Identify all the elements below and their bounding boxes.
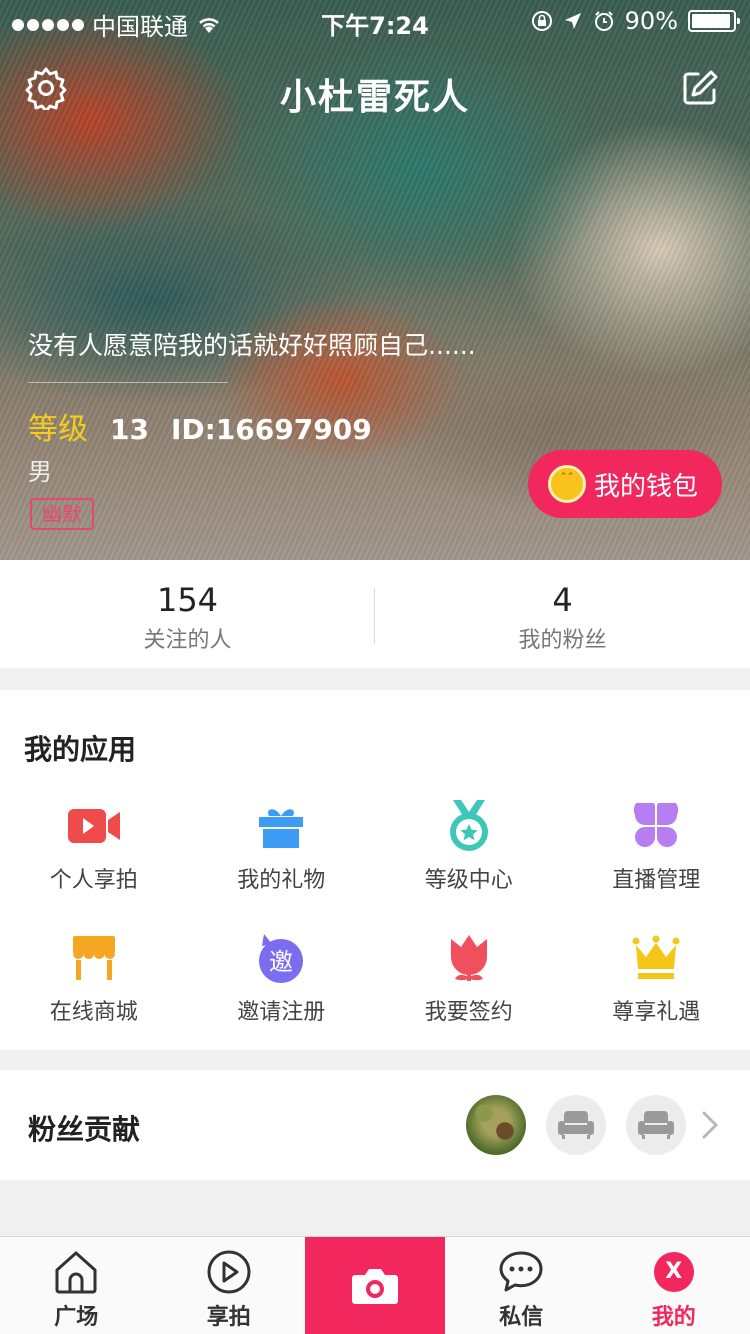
app-sign-contract[interactable]: 我要签约 <box>375 932 563 1026</box>
rotation-lock-icon <box>531 11 552 31</box>
app-vip-privileges[interactable]: 尊享礼遇 <box>563 932 750 1026</box>
tab-label: 私信 <box>499 1305 544 1330</box>
tab-messages[interactable]: 私信 <box>445 1237 598 1334</box>
chat-bubble-icon <box>499 1251 543 1292</box>
camera-icon <box>352 1268 398 1304</box>
tab-shoot[interactable]: 享拍 <box>153 1237 306 1334</box>
bottom-tab-bar: 广场 享拍 私信 X 我的 <box>0 1236 750 1334</box>
battery-percent: 90% <box>624 7 678 35</box>
app-label: 我的礼物 <box>237 868 326 893</box>
status-right: 90% <box>531 7 740 35</box>
shop-icon <box>72 936 115 980</box>
stats-divider <box>374 588 375 644</box>
page-title: 小杜雷死人 <box>279 77 470 118</box>
wallet-label: 我的钱包 <box>594 471 699 502</box>
empty-seat-avatar <box>546 1095 606 1155</box>
fans-title: 粉丝贡献 <box>28 1113 141 1146</box>
empty-seat-avatar <box>626 1095 686 1155</box>
app-label: 直播管理 <box>612 868 701 893</box>
alarm-icon <box>594 11 613 31</box>
battery-icon <box>688 10 740 32</box>
chevron-right-icon[interactable] <box>698 1110 722 1140</box>
gift-icon <box>259 809 304 848</box>
user-id: ID:16697909 <box>170 413 372 446</box>
tab-square[interactable]: 广场 <box>0 1237 153 1334</box>
followers-label: 我的粉丝 <box>518 628 607 653</box>
play-circle-icon <box>207 1250 251 1294</box>
level-row: 等级 13 ID:16697909 <box>28 404 372 448</box>
app-label: 我要签约 <box>424 1000 513 1025</box>
followers-count: 4 <box>552 581 573 619</box>
app-label: 邀请注册 <box>237 1000 326 1025</box>
app-my-gifts[interactable]: 我的礼物 <box>188 800 376 894</box>
tab-label: 广场 <box>54 1305 99 1330</box>
following-stat[interactable]: 154 关注的人 <box>0 560 375 668</box>
following-count: 154 <box>156 581 219 619</box>
edit-icon <box>683 70 718 105</box>
app-personal-shoot[interactable]: 个人享拍 <box>0 800 188 894</box>
personality-tag[interactable]: 幽默 <box>30 498 94 530</box>
stats-bar: 154 关注的人 4 我的粉丝 <box>0 560 750 668</box>
app-label: 尊享礼遇 <box>612 1000 701 1025</box>
sofa-icon <box>638 1111 674 1139</box>
invite-glyph: 邀 <box>269 948 293 976</box>
gender-text: 男 <box>28 458 52 486</box>
clover-grid-icon <box>634 803 679 847</box>
followers-stat[interactable]: 4 我的粉丝 <box>375 560 750 668</box>
apps-grid: 个人享拍 我的礼物 等级中心 直播管理 在线商城 邀 邀请注册 我要签约 尊享礼… <box>0 800 750 1026</box>
tab-label: 享拍 <box>206 1305 251 1330</box>
signature-divider <box>28 382 228 383</box>
following-label: 关注的人 <box>143 628 232 653</box>
video-camera-icon <box>67 809 120 843</box>
crown-icon <box>632 935 680 979</box>
my-apps-section: 我的应用 个人享拍 我的礼物 等级中心 直播管理 在线商城 邀 邀请注册 我要签… <box>0 690 750 1050</box>
level-label: 等级 <box>28 412 88 447</box>
app-invite-register[interactable]: 邀 邀请注册 <box>188 932 376 1026</box>
title-bar: 小杜雷死人 <box>0 64 750 120</box>
medal-icon <box>449 800 488 851</box>
app-level-center[interactable]: 等级中心 <box>375 800 563 894</box>
apps-title: 我的应用 <box>24 733 137 766</box>
tab-label: 我的 <box>651 1305 696 1330</box>
sofa-icon <box>558 1111 594 1139</box>
app-online-mall[interactable]: 在线商城 <box>0 932 188 1026</box>
fan-contribution-row[interactable]: 粉丝贡献 <box>0 1070 750 1180</box>
tab-camera[interactable] <box>305 1237 445 1334</box>
app-label: 个人享拍 <box>49 868 138 893</box>
home-icon <box>55 1251 97 1294</box>
wallet-button[interactable]: 我的钱包 <box>528 450 722 518</box>
status-bar: 中国联通 下午7:24 90% <box>0 0 750 41</box>
edit-profile-button[interactable] <box>678 66 726 114</box>
level-value: 13 <box>110 413 149 446</box>
tulip-icon <box>450 935 487 981</box>
fan-avatar[interactable] <box>466 1095 526 1155</box>
app-label: 等级中心 <box>424 868 513 893</box>
app-label: 在线商城 <box>49 1000 138 1025</box>
profile-signature: 没有人愿意陪我的话就好好照顾自己...... <box>28 331 476 360</box>
app-live-management[interactable]: 直播管理 <box>563 800 750 894</box>
location-arrow-icon <box>564 13 581 29</box>
coin-icon <box>548 465 586 503</box>
tab-mine[interactable]: X 我的 <box>598 1237 750 1334</box>
profile-badge-icon: X <box>653 1252 694 1292</box>
invite-icon: 邀 <box>259 934 304 983</box>
